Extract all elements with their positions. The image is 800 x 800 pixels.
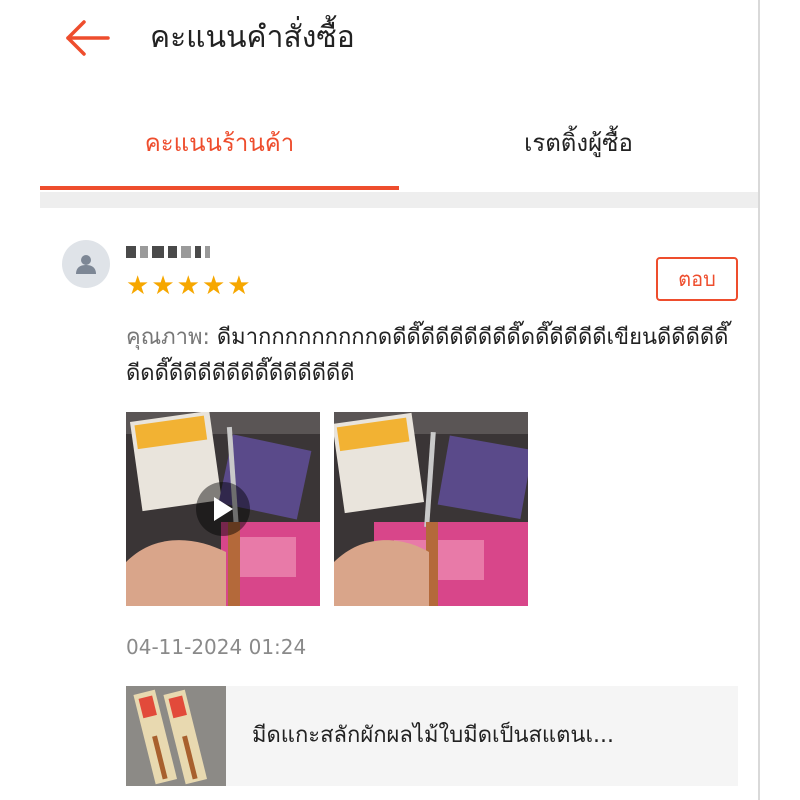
reply-button[interactable]: ตอบ	[656, 257, 738, 301]
product-name: มีดแกะสลักผักผลไม้ใบมีดเป็นสแตนเ...	[252, 723, 614, 748]
active-tab-indicator	[40, 186, 399, 190]
back-button[interactable]	[62, 16, 112, 60]
product-image	[126, 686, 226, 786]
star-icon: ★	[151, 271, 175, 301]
star-icon: ★	[126, 271, 150, 301]
avatar[interactable]	[62, 240, 110, 288]
play-icon	[214, 497, 233, 521]
header-bar: คะแนนคำสั่งซื้อ	[0, 0, 758, 80]
arrow-left-icon	[66, 20, 110, 56]
tab-bar: คะแนนร้านค้า เรตติ้งผู้ซื้อ	[40, 100, 758, 192]
review-comment: ดีมากกกกกกกกกดดีดี๊ดีดีดีดีดีดีดี๊ดดี๊ดี…	[126, 325, 729, 386]
star-icon: ★	[227, 271, 251, 301]
quality-label: คุณภาพ:	[126, 325, 210, 350]
page-right-border	[758, 0, 760, 800]
review-photo-image	[334, 412, 528, 606]
username-obscured	[126, 243, 210, 261]
star-rating: ★ ★ ★ ★ ★	[126, 272, 251, 300]
review-video-thumbnail[interactable]	[126, 412, 320, 606]
review-photo[interactable]	[334, 412, 528, 606]
tab-buyer-rating[interactable]: เรตติ้งผู้ซื้อ	[399, 100, 758, 188]
product-thumbnail	[126, 686, 226, 786]
page-title: คะแนนคำสั่งซื้อ	[150, 20, 355, 55]
star-icon: ★	[176, 271, 200, 301]
review-timestamp: 04-11-2024 01:24	[126, 635, 307, 659]
star-icon: ★	[201, 271, 226, 301]
review-text: คุณภาพ: ดีมากกกกกกกกกดดีดี๊ดีดีดีดีดีดีด…	[126, 320, 741, 392]
user-icon	[76, 255, 96, 274]
tab-shop-rating[interactable]: คะแนนร้านค้า	[40, 100, 399, 188]
play-button[interactable]	[196, 482, 250, 536]
product-card[interactable]: มีดแกะสลักผักผลไม้ใบมีดเป็นสแตนเ...	[126, 686, 738, 786]
section-divider	[40, 192, 758, 208]
